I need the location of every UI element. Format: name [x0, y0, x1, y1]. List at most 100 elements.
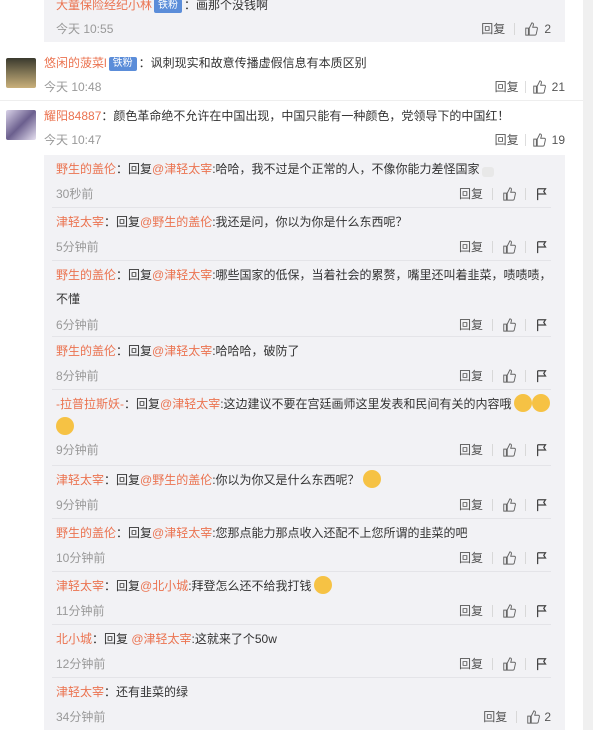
reply-time: 8分钟前 [56, 369, 99, 383]
username-link[interactable]: 北小城 [56, 632, 92, 646]
report-button[interactable]: 举报 [535, 187, 551, 201]
reply-text: :哪些国家的低保，当着社会的累赘，嘴里还叫着韭菜，啧啧啧， [212, 268, 552, 282]
reply-item: 野生的盖伦：回复@津轻太宰:哪些国家的低保，当着社会的累赘，嘴里还叫着韭菜，啧啧… [44, 261, 565, 337]
reply-button[interactable]: 回复 [459, 602, 483, 619]
reply-prefix: ：回复 [104, 579, 141, 593]
like-button[interactable] [502, 186, 516, 201]
like-button[interactable] [502, 442, 516, 457]
reply-text-line: 野生的盖伦：回复@津轻太宰:哪些国家的低保，当着社会的累赘，嘴里还叫着韭菜，啧啧… [56, 263, 552, 287]
divider [525, 604, 526, 617]
reply-button[interactable]: 回复 [459, 367, 483, 384]
report-button[interactable]: 举报 [535, 369, 551, 383]
divider [525, 187, 526, 200]
comment-text: ：讽刺现实和故意传播虚假信息有本质区别 [138, 56, 367, 70]
report-icon [537, 551, 547, 564]
like-button[interactable] [502, 239, 516, 254]
mention-link[interactable]: @野生的盖伦 [140, 215, 212, 229]
thumb-up-icon [503, 603, 516, 618]
username-link[interactable]: 野生的盖伦 [56, 268, 116, 282]
report-button[interactable]: 举报 [535, 240, 551, 254]
mention-link[interactable]: @津轻太宰 [152, 268, 212, 282]
report-button[interactable]: 举报 [535, 318, 551, 332]
reply-button[interactable]: 回复 [459, 185, 483, 202]
reply-button[interactable]: 回复 [459, 549, 483, 566]
like-button[interactable] [502, 550, 516, 565]
reply-text-line: 野生的盖伦：回复@津轻太宰:哈哈，我不过是个正常的人，不像你能力差怪国家 [56, 157, 551, 181]
username-link[interactable]: 野生的盖伦 [56, 344, 116, 358]
comment-text-line: 耀阳84887：颜色革命绝不允许在中国出现，中国只能有一种颜色，党领导下的中国红… [44, 107, 565, 125]
report-icon [537, 498, 547, 511]
mention-link[interactable]: @北小城 [140, 579, 188, 593]
report-button[interactable]: 举报 [535, 498, 551, 512]
report-button[interactable]: 举报 [535, 551, 551, 565]
divider [524, 133, 526, 146]
mention-link[interactable]: @津轻太宰 [160, 397, 220, 411]
username-link[interactable]: 耀阳84887 [44, 109, 101, 123]
reply-button[interactable]: 回复 [495, 78, 519, 95]
reply-button[interactable]: 回复 [483, 708, 507, 725]
divider [492, 240, 493, 253]
divider [0, 100, 583, 101]
thumb-up-icon [503, 186, 516, 201]
scrollbar[interactable] [583, 0, 593, 730]
reply-button[interactable]: 回复 [459, 655, 483, 672]
username-link[interactable]: 津轻太宰 [56, 685, 104, 699]
thumb-up-icon [503, 442, 516, 457]
report-button[interactable]: 举报 [535, 604, 551, 618]
mention-link[interactable]: @津轻太宰 [152, 344, 212, 358]
username-link[interactable]: 野生的盖伦 [56, 162, 116, 176]
divider [492, 551, 493, 564]
divider [492, 498, 493, 511]
comment-text-line: 大童保险经纪小林 铁粉 ：画那个没钱啊 [56, 0, 268, 14]
reply-button[interactable]: 回复 [459, 441, 483, 458]
like-button[interactable]: 2 [526, 710, 551, 724]
report-button[interactable]: 举报 [535, 657, 551, 671]
thumb-up-icon [503, 239, 516, 254]
reply-text-line-2: 不懂 [56, 287, 551, 311]
avatar[interactable] [6, 58, 36, 88]
reply-prefix: ：回复 [116, 526, 153, 540]
like-button[interactable]: 2 [524, 22, 551, 36]
report-icon [537, 657, 547, 670]
like-button[interactable] [502, 656, 516, 671]
reply-item: 北小城：回复 @津轻太宰:这就来了个50w 12分钟前 回复 举报 [44, 625, 565, 678]
reply-button[interactable]: 回复 [459, 238, 483, 255]
report-button[interactable]: 举报 [535, 443, 551, 457]
mention-link[interactable]: @津轻太宰 [131, 632, 191, 646]
like-button[interactable] [502, 497, 516, 512]
username-link[interactable]: 津轻太宰 [56, 473, 104, 487]
avatar[interactable] [6, 110, 36, 140]
mention-link[interactable]: @津轻太宰 [152, 162, 212, 176]
username-link[interactable]: -拉普拉斯妖- [56, 397, 124, 411]
reply-button[interactable]: 回复 [459, 316, 483, 333]
reply-text: :哈哈哈，破防了 [212, 344, 300, 358]
reply-item: 野生的盖伦：回复@津轻太宰:您那点能力那点收入还配不上您所谓的韭菜的吧 10分钟前… [44, 519, 565, 572]
reply-button[interactable]: 回复 [495, 131, 519, 148]
reply-text: :你以为你又是什么东西呢？ [212, 473, 360, 487]
reply-time: 11分钟前 [56, 604, 105, 618]
reply-time: 5分钟前 [56, 240, 99, 254]
like-button[interactable] [502, 368, 516, 383]
fan-badge: 铁粉 [154, 0, 183, 13]
like-button[interactable]: 21 [532, 80, 565, 94]
like-button[interactable] [502, 603, 516, 618]
username-link[interactable]: 野生的盖伦 [56, 526, 116, 540]
username-link[interactable]: 大童保险经纪小林 [56, 0, 152, 12]
cry-emoji-icon [313, 576, 332, 594]
like-button[interactable]: 19 [532, 133, 565, 147]
report-icon [537, 369, 547, 382]
reply-time: 10分钟前 [56, 551, 106, 565]
username-link[interactable]: 悠闲的菠菜l [44, 56, 107, 70]
reply-button[interactable]: 回复 [459, 496, 483, 513]
reply-button[interactable]: 回复 [481, 20, 505, 37]
divider [492, 318, 493, 331]
mention-link[interactable]: @津轻太宰 [152, 526, 212, 540]
divider [525, 551, 526, 564]
like-button[interactable] [502, 317, 516, 332]
like-count: 2 [544, 709, 551, 724]
username-link[interactable]: 津轻太宰 [56, 579, 104, 593]
username-link[interactable]: 津轻太宰 [56, 215, 104, 229]
comment-text-line: 悠闲的菠菜l 铁粉 ：讽刺现实和故意传播虚假信息有本质区别 [44, 54, 565, 72]
comment-time: 今天 10:55 [56, 22, 114, 36]
mention-link[interactable]: @野生的盖伦 [140, 473, 212, 487]
